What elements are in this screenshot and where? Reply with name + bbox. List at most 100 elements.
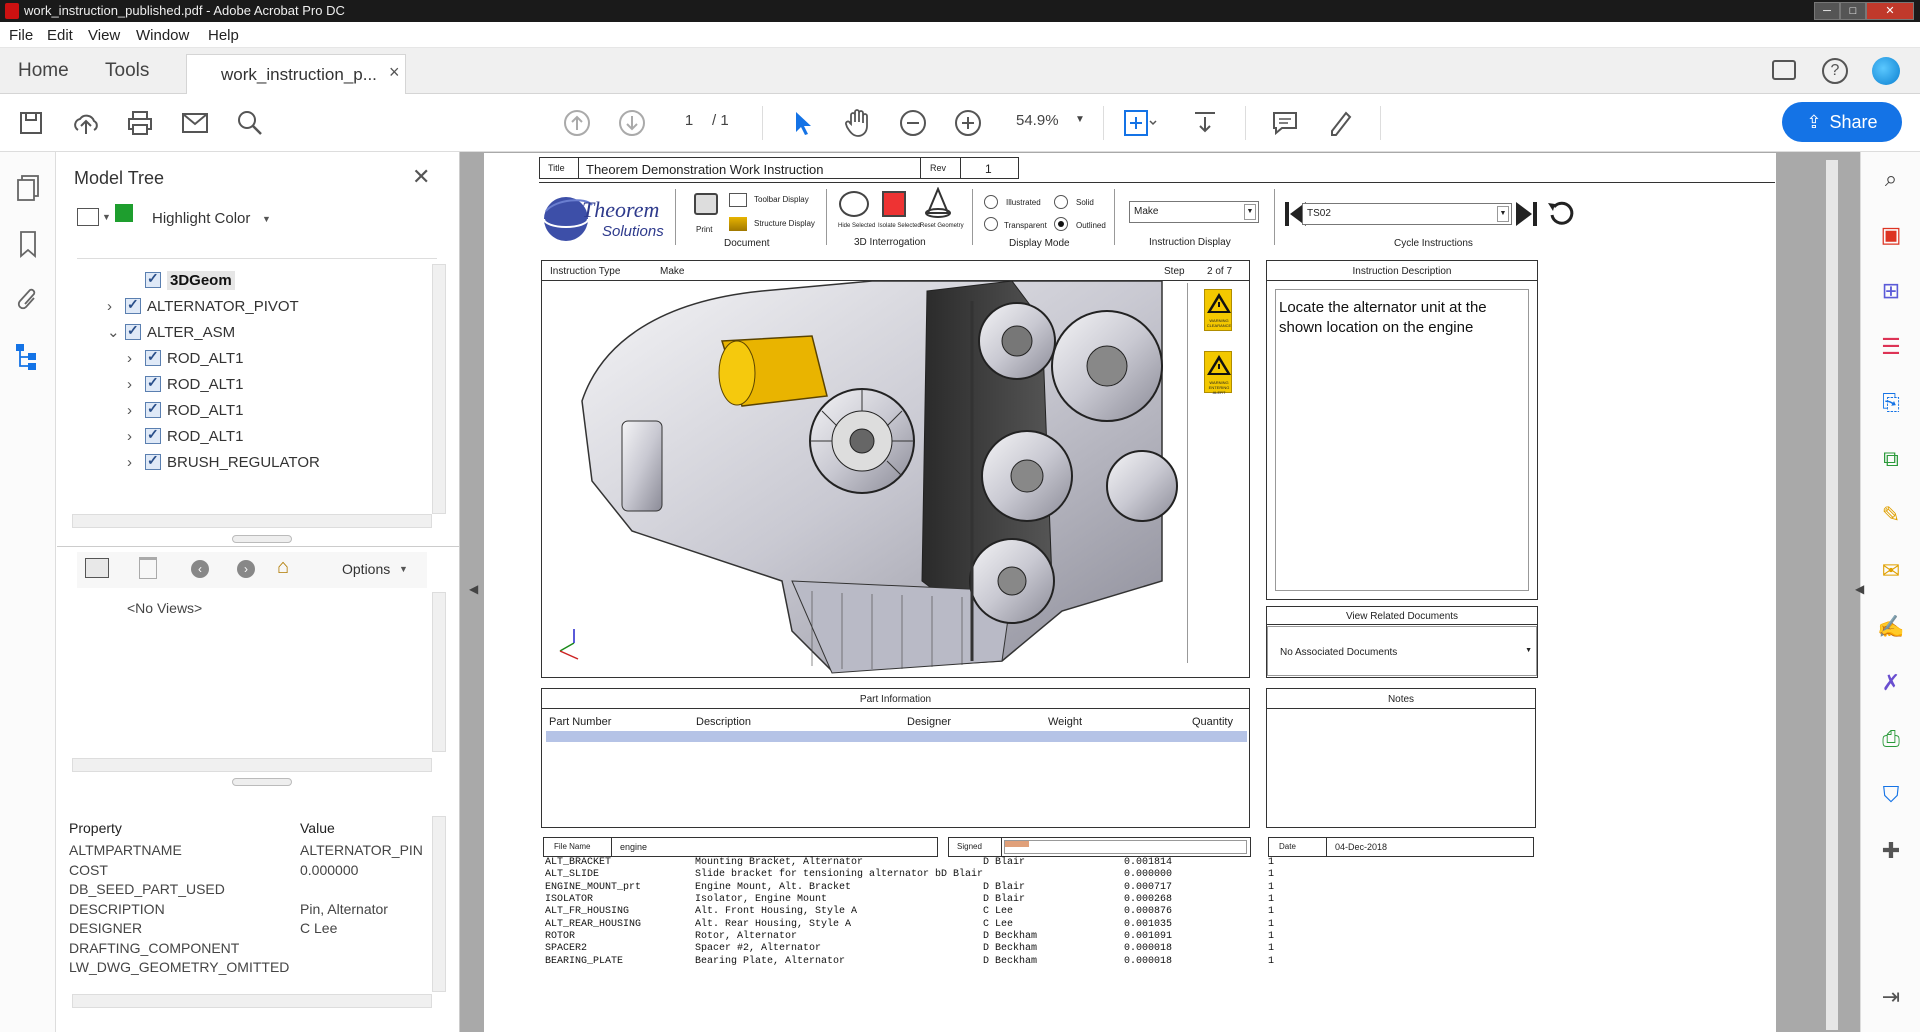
tree-options-dropdown-icon[interactable]: ▼ — [102, 212, 111, 222]
tree-checkbox[interactable] — [125, 296, 141, 314]
print-production-icon[interactable]: ⎙ — [1875, 726, 1907, 758]
save-icon[interactable] — [14, 106, 48, 140]
upload-cloud-icon[interactable] — [69, 106, 103, 140]
edit-pdf-icon[interactable]: ✎ — [1875, 502, 1907, 534]
instruction-3d-box[interactable]: Instruction Type Make Step 2 of 7 WARNIN… — [541, 260, 1250, 678]
tree-checkbox[interactable] — [145, 270, 161, 288]
tree-checkbox[interactable] — [145, 374, 161, 392]
tree-hscrollbar[interactable] — [72, 514, 432, 528]
menu-view[interactable]: View — [88, 27, 120, 44]
scroll-mode-icon[interactable] — [1188, 106, 1222, 140]
highlight-color-label[interactable]: Highlight Color — [152, 210, 250, 227]
attachments-icon[interactable] — [12, 286, 44, 318]
menu-file[interactable]: File — [9, 27, 33, 44]
more-tools-icon[interactable]: ✚ — [1875, 838, 1907, 870]
tab-tools[interactable]: Tools — [105, 60, 149, 82]
expand-rail-icon[interactable]: ⇥ — [1875, 984, 1907, 1016]
tree-node[interactable]: › ROD_ALT1 — [127, 424, 243, 448]
tree-node[interactable]: ⌄ ALTER_ASM — [107, 320, 235, 344]
create-pdf-icon[interactable]: ⊞ — [1875, 278, 1907, 310]
tree-node[interactable]: › BRUSH_REGULATOR — [127, 450, 320, 474]
highlight-dropdown-icon[interactable]: ▼ — [262, 214, 271, 224]
splitter-handle[interactable] — [232, 535, 292, 543]
tree-expander-icon[interactable]: › — [127, 402, 145, 419]
props-vscrollbar[interactable] — [432, 816, 446, 992]
page-number-input[interactable]: 1 — [674, 112, 704, 134]
reset-cycle-icon[interactable] — [1546, 199, 1576, 229]
zoom-tool-icon[interactable]: ⌕ — [1875, 166, 1907, 198]
toolbar-display-label[interactable]: Toolbar Display — [754, 195, 809, 204]
tree-checkbox[interactable] — [145, 348, 161, 366]
minimize-button[interactable]: ─ — [1814, 2, 1840, 20]
fit-page-icon[interactable] — [1123, 106, 1157, 140]
share-button[interactable]: ⇪ Share — [1782, 102, 1902, 142]
tree-node[interactable]: 3DGeom — [127, 268, 235, 292]
menu-edit[interactable]: Edit — [47, 27, 73, 44]
zoom-out-icon[interactable] — [896, 106, 930, 140]
comment-tool-icon[interactable]: ✉ — [1875, 558, 1907, 590]
model-tree-icon[interactable] — [12, 342, 44, 374]
tab-home[interactable]: Home — [18, 60, 69, 82]
create-view-icon[interactable] — [85, 558, 109, 578]
tree-node[interactable]: › ALTERNATOR_PIVOT — [107, 294, 299, 318]
zoom-in-icon[interactable] — [951, 106, 985, 140]
tree-expander-icon[interactable]: › — [127, 428, 145, 445]
collapse-right-panel-icon[interactable]: ◀ — [1855, 582, 1864, 596]
hand-tool-icon[interactable] — [841, 106, 875, 140]
table-row[interactable]: ISOLATOR Isolator, Engine Mount D Blair 0.0… — [545, 894, 1288, 906]
close-window-button[interactable]: ✕ — [1866, 2, 1914, 20]
views-vscrollbar[interactable] — [432, 592, 446, 752]
tree-node[interactable]: › ROD_ALT1 — [127, 398, 243, 422]
tree-options-icon[interactable] — [77, 208, 99, 226]
collapse-left-panel-icon[interactable]: ◀ — [469, 582, 478, 596]
cycle-instruction-select[interactable]: TS02 ▼ — [1302, 203, 1512, 225]
tree-expander-icon[interactable]: › — [127, 454, 145, 471]
cycle-dropdown-icon[interactable]: ▼ — [1497, 206, 1509, 222]
document-vscrollbar[interactable] — [1826, 160, 1838, 1030]
tree-vscrollbar[interactable] — [432, 264, 446, 514]
menu-window[interactable]: Window — [136, 27, 189, 44]
comment-bubble-icon[interactable] — [1772, 60, 1796, 80]
instruction-display-select[interactable]: Make ▼ — [1129, 201, 1259, 223]
tree-checkbox[interactable] — [145, 452, 161, 470]
close-panel-icon[interactable]: ✕ — [412, 164, 430, 190]
views-options-button[interactable]: Options — [342, 561, 390, 577]
send-file-icon[interactable]: ⎘ — [1875, 390, 1907, 422]
zoom-level-input[interactable]: 54.9% — [1016, 112, 1059, 129]
tree-checkbox[interactable] — [145, 400, 161, 418]
page-thumbnails-icon[interactable] — [12, 174, 44, 206]
tree-node[interactable]: › ROD_ALT1 — [127, 346, 243, 370]
table-row[interactable]: ALT_SLIDE Slide bracket for tensioning al… — [545, 869, 1288, 881]
views-options-dropdown-icon[interactable]: ▼ — [399, 564, 408, 574]
home-view-icon[interactable]: ⌂ — [277, 556, 289, 579]
previous-view-icon[interactable]: ‹ — [191, 560, 209, 578]
protect-icon[interactable]: ⛉ — [1875, 782, 1907, 814]
instruction-display-dropdown-icon[interactable]: ▼ — [1244, 204, 1256, 220]
bookmarks-icon[interactable] — [12, 230, 44, 262]
transparent-radio[interactable] — [984, 217, 998, 231]
search-icon[interactable] — [233, 106, 267, 140]
table-row[interactable]: ALT_FR_HOUSING Alt. Front Housing, Style … — [545, 906, 1288, 918]
views-hscrollbar[interactable] — [72, 758, 432, 772]
highlight-pen-icon[interactable] — [1323, 106, 1357, 140]
combine-files-icon[interactable]: ⧉ — [1875, 446, 1907, 478]
props-hscrollbar[interactable] — [72, 994, 432, 1008]
fill-sign-icon[interactable]: ✍ — [1875, 614, 1907, 646]
print-doc-icon[interactable] — [694, 193, 718, 215]
tree-node[interactable]: › ROD_ALT1 — [127, 372, 243, 396]
tree-expander-icon[interactable]: › — [127, 350, 145, 367]
tree-checkbox[interactable] — [125, 322, 141, 340]
print-icon[interactable] — [123, 106, 157, 140]
maximize-button[interactable]: □ — [1840, 2, 1866, 20]
next-view-icon[interactable]: › — [237, 560, 255, 578]
outlined-radio[interactable] — [1054, 217, 1068, 231]
table-row[interactable]: ALT_REAR_HOUSING Alt. Rear Housing, Style… — [545, 918, 1288, 930]
splitter-handle-2[interactable] — [232, 778, 292, 786]
signature-field[interactable] — [1004, 840, 1247, 854]
tree-expander-icon[interactable]: ⌄ — [107, 323, 125, 341]
table-row[interactable]: SPACER2 Spacer #2, Alternator D Beckham 0.0… — [545, 943, 1288, 955]
organize-pages-icon[interactable]: ☰ — [1875, 334, 1907, 366]
isolate-selected-icon[interactable] — [882, 191, 906, 217]
related-documents-select[interactable]: No Associated Documents ▼ — [1267, 626, 1537, 676]
menu-help[interactable]: Help — [208, 27, 239, 44]
